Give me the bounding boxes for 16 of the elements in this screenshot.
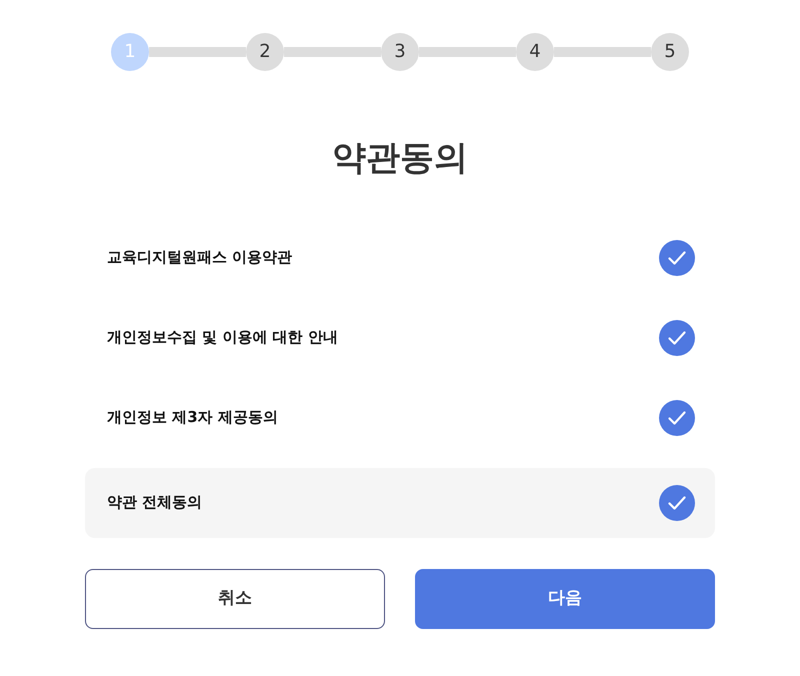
page-title: 약관동의 [332, 137, 468, 180]
agreement-label: 교육디지털원패스 이용약관 [107, 247, 292, 268]
step-indicator: 3 [381, 33, 419, 71]
next-button[interactable]: 다음 [415, 568, 715, 628]
check-icon[interactable] [659, 400, 695, 436]
step-indicator: 2 [246, 33, 284, 71]
agree-all-label: 약관 전체동의 [107, 492, 202, 514]
agreement-label: 개인정보 제3자 제공동의 [107, 407, 278, 428]
agreement-label: 개인정보수집 및 이용에 대한 안내 [107, 327, 338, 348]
check-icon[interactable] [659, 484, 695, 520]
check-icon[interactable] [659, 240, 695, 276]
check-icon[interactable] [659, 320, 695, 356]
cancel-button[interactable]: 취소 [85, 568, 385, 628]
step-indicator: 1 [111, 33, 149, 71]
step-indicator: 4 [516, 33, 554, 71]
step-indicator: 5 [651, 33, 689, 71]
